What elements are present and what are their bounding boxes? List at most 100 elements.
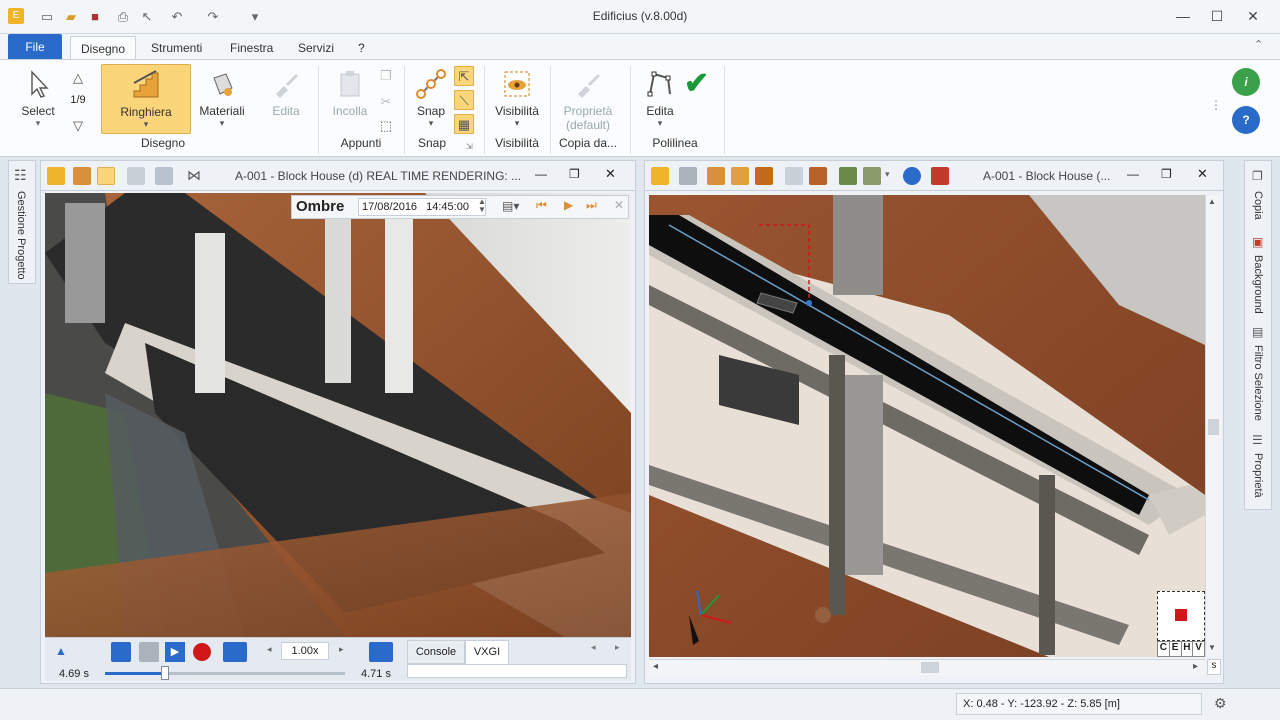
collapse-ribbon-icon[interactable]: ⌃ <box>1254 38 1263 51</box>
snap-button[interactable]: Snap ▾ <box>410 68 452 129</box>
zoom-window-icon[interactable] <box>785 167 803 185</box>
scroll-up-icon[interactable]: ▲ <box>1208 197 1216 206</box>
orbit-icon[interactable] <box>839 167 857 185</box>
tabs-scroll-left-icon[interactable]: ◂ <box>591 642 596 653</box>
panel-restore-button[interactable]: ❐ <box>1161 167 1172 181</box>
fast-forward-icon[interactable]: ⏭ <box>586 198 597 213</box>
tab-servizi[interactable]: Servizi <box>288 36 344 60</box>
layers-icon[interactable] <box>127 167 145 185</box>
tabs-scroll-right-icon[interactable]: ▸ <box>615 642 620 653</box>
play-icon[interactable]: ▶ <box>165 642 185 662</box>
panel-restore-button[interactable]: ❐ <box>569 167 580 181</box>
speed-decrease-icon[interactable]: ◂ <box>267 644 272 655</box>
view-mode-c[interactable]: C <box>1158 642 1170 656</box>
view-mode-v[interactable]: V <box>1193 642 1204 656</box>
dialog-launcher-icon[interactable]: ⇲ <box>466 142 473 151</box>
play-small-icon[interactable]: ▶ <box>564 198 573 212</box>
scroll-down-icon[interactable]: ▼ <box>1208 643 1216 652</box>
vertical-scroll-thumb[interactable] <box>1208 419 1219 435</box>
tab-vxgi[interactable]: VXGI <box>465 640 509 664</box>
next-down-icon[interactable]: ▽ <box>68 116 88 136</box>
tab-file[interactable]: File <box>8 34 62 60</box>
rewind-icon[interactable]: ⏮ <box>536 198 547 213</box>
timeline-track[interactable] <box>105 672 345 675</box>
texture-icon[interactable] <box>707 167 725 185</box>
globe-icon[interactable] <box>903 167 921 185</box>
tab-console[interactable]: Console <box>407 640 465 664</box>
previous-up-icon[interactable]: △ <box>68 68 88 88</box>
copy-panel-icon[interactable]: ❐ <box>1252 169 1263 183</box>
scroll-right-icon[interactable]: ▸ <box>1193 661 1198 672</box>
panel-close-button[interactable]: ✕ <box>1197 166 1208 182</box>
view-cube[interactable] <box>1157 591 1205 641</box>
horizontal-scrollbar[interactable]: ◂ ▸ <box>649 659 1205 675</box>
record-icon[interactable] <box>193 643 211 661</box>
ringhiera-button[interactable]: Ringhiera ▾ <box>101 64 191 134</box>
materiali-button[interactable]: Materiali ▾ <box>196 68 248 129</box>
snap-grid-icon[interactable]: ▦ <box>454 114 474 134</box>
folder-icon[interactable] <box>73 167 91 185</box>
side-tab-background[interactable]: Background <box>1252 255 1264 314</box>
selection-filter-icon[interactable]: ▤ <box>1252 325 1263 339</box>
tab-disegno[interactable]: Disegno <box>70 36 137 61</box>
loop-icon[interactable] <box>111 642 131 662</box>
horizontal-scroll-thumb[interactable] <box>921 662 939 673</box>
more-options-icon[interactable]: ⋮ <box>1210 98 1222 112</box>
model-viewport[interactable]: C E H V <box>649 195 1205 657</box>
view-mode-h[interactable]: H <box>1182 642 1194 656</box>
timeline-thumb[interactable] <box>161 666 169 680</box>
layers-icon[interactable] <box>809 167 827 185</box>
panel-minimize-button[interactable]: — <box>1127 167 1139 181</box>
scroll-left-icon[interactable]: ◂ <box>653 661 658 672</box>
view-mode-e[interactable]: E <box>1170 642 1182 656</box>
measure-icon[interactable] <box>679 167 697 185</box>
minimize-button[interactable]: — <box>1168 6 1198 26</box>
edita-polilinea-button[interactable]: Edita ▾ <box>640 68 680 129</box>
speed-increase-icon[interactable]: ▸ <box>339 644 344 655</box>
vertical-scrollbar[interactable]: ▲ ▼ <box>1205 195 1221 657</box>
select-area-icon[interactable]: ⬚ <box>376 116 396 136</box>
tab-help[interactable]: ? <box>348 36 375 60</box>
panel-close-button[interactable]: ✕ <box>605 166 616 182</box>
scale-toggle[interactable]: s <box>1207 659 1221 675</box>
stop-icon[interactable] <box>139 642 159 662</box>
panel-minimize-button[interactable]: — <box>535 167 547 181</box>
walk-icon[interactable] <box>863 167 881 185</box>
confirm-check-icon[interactable]: ✔ <box>684 66 709 101</box>
brush-icon[interactable] <box>931 167 949 185</box>
snap-line-icon[interactable]: ⟍ <box>454 90 474 110</box>
speed-field[interactable]: 1.00x <box>281 642 329 660</box>
render-camera-icon[interactable] <box>369 642 393 662</box>
side-tab-gestione-progetto[interactable]: Gestione Progetto <box>15 191 27 280</box>
visibilita-button[interactable]: Visibilità ▾ <box>490 68 544 129</box>
side-tab-proprieta[interactable]: Proprietà <box>1252 453 1264 498</box>
draw-tool-icon[interactable] <box>97 167 115 185</box>
render-viewport[interactable]: Ombre 17/08/2016 14:45:00 ▲ ▼ ▤▾ ⏮ ▶ ⏭ ✕ <box>45 193 631 637</box>
help-icon[interactable]: ? <box>1232 106 1260 134</box>
maximize-button[interactable]: ☐ <box>1202 6 1232 26</box>
toolbar-close-icon[interactable]: ✕ <box>614 198 624 212</box>
draw-tool-icon[interactable] <box>755 167 773 185</box>
folder-icon[interactable] <box>731 167 749 185</box>
eraser-icon[interactable] <box>155 167 173 185</box>
snap-endpoint-icon[interactable]: ⇱ <box>454 66 474 86</box>
project-tree-icon[interactable]: ☷ <box>14 167 27 184</box>
spinner-arrows-icon[interactable]: ▲ ▼ <box>478 198 486 214</box>
view-cube-center[interactable] <box>1175 609 1187 621</box>
tab-strumenti[interactable]: Strumenti <box>141 36 212 60</box>
info-icon[interactable]: i <box>1232 68 1260 96</box>
close-button[interactable]: ✕ <box>1238 6 1268 26</box>
collapse-up-icon[interactable]: ▲ <box>55 644 67 658</box>
background-panel-icon[interactable]: ▣ <box>1252 235 1263 249</box>
calendar-icon[interactable]: ▤▾ <box>502 199 519 213</box>
properties-panel-icon[interactable]: ☰ <box>1252 433 1263 447</box>
dropdown-arrow-icon[interactable]: ▾ <box>885 169 890 180</box>
settings-icon[interactable]: ⚙ <box>1214 695 1227 712</box>
camera-icon[interactable] <box>223 642 247 662</box>
side-tab-copia[interactable]: Copia <box>1252 191 1264 220</box>
share-icon[interactable]: ⋈ <box>187 167 201 184</box>
select-button[interactable]: Select ▾ <box>16 68 60 129</box>
side-tab-filtro-selezione[interactable]: Filtro Selezione <box>1252 345 1264 421</box>
tab-finestra[interactable]: Finestra <box>220 36 283 60</box>
datetime-field[interactable]: 17/08/2016 14:45:00 <box>358 198 486 216</box>
